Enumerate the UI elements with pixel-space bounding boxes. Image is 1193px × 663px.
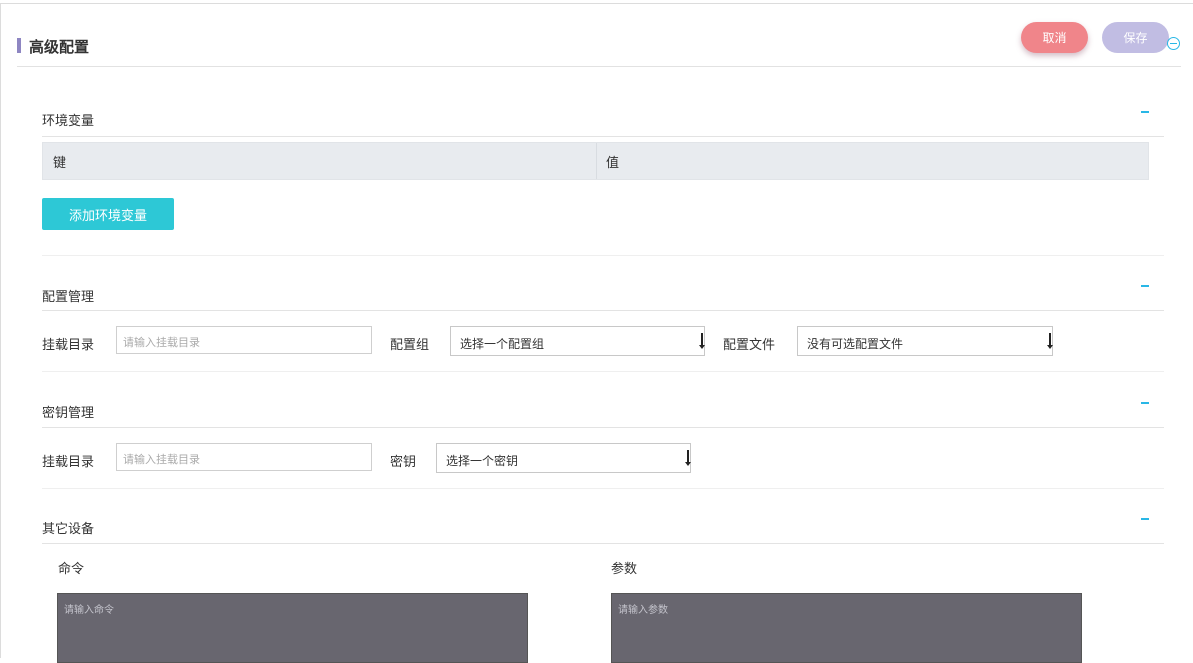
command-textarea[interactable]: 请输入命令 xyxy=(57,593,528,663)
secret-collapse-icon[interactable] xyxy=(1141,402,1149,404)
collapse-circle-icon[interactable] xyxy=(1167,37,1180,50)
config-group-label: 配置组 xyxy=(390,338,430,353)
dropdown-arrow-icon xyxy=(685,448,691,468)
secret-section-header: 密钥管理 xyxy=(42,393,1164,428)
dropdown-arrow-icon xyxy=(699,331,705,351)
env-column-value: 值 xyxy=(606,155,620,171)
command-label: 命令 xyxy=(58,562,85,577)
window-top-border xyxy=(0,3,1193,4)
page-header: 高级配置 取消 保存 xyxy=(17,22,1181,67)
save-button[interactable]: 保存 xyxy=(1102,22,1169,53)
page-title: 高级配置 xyxy=(29,38,90,56)
config-group-value: 选择一个配置组 xyxy=(460,337,545,351)
section-divider xyxy=(42,371,1164,372)
config-mount-input[interactable]: 请输入挂载目录 xyxy=(116,326,372,354)
other-section-header: 其它设备 xyxy=(42,509,1164,544)
env-column-divider xyxy=(596,143,597,179)
other-section-title: 其它设备 xyxy=(42,522,95,537)
config-section-title: 配置管理 xyxy=(42,290,95,305)
config-file-label: 配置文件 xyxy=(723,338,776,353)
secret-key-value: 选择一个密钥 xyxy=(446,454,519,468)
config-mount-label: 挂载目录 xyxy=(42,338,95,353)
env-collapse-icon[interactable] xyxy=(1141,111,1149,113)
secret-mount-label: 挂载目录 xyxy=(42,455,95,470)
secret-section-title: 密钥管理 xyxy=(42,406,95,421)
section-divider xyxy=(42,488,1164,489)
env-section-title: 环境变量 xyxy=(42,114,95,129)
env-column-key: 键 xyxy=(53,155,67,171)
config-section-header: 配置管理 xyxy=(42,276,1164,311)
secret-mount-input[interactable]: 请输入挂载目录 xyxy=(116,443,372,471)
section-divider xyxy=(42,255,1164,256)
dropdown-arrow-icon xyxy=(1047,331,1053,351)
config-collapse-icon[interactable] xyxy=(1141,285,1149,287)
other-collapse-icon[interactable] xyxy=(1141,518,1149,520)
args-label: 参数 xyxy=(611,562,638,577)
config-file-select[interactable]: 没有可选配置文件 xyxy=(797,326,1053,356)
window-left-border xyxy=(0,3,1,658)
config-file-value: 没有可选配置文件 xyxy=(807,337,904,351)
args-textarea[interactable]: 请输入参数 xyxy=(611,593,1082,663)
secret-key-label: 密钥 xyxy=(390,455,417,470)
secret-key-select[interactable]: 选择一个密钥 xyxy=(436,443,691,473)
config-group-select[interactable]: 选择一个配置组 xyxy=(450,326,705,356)
title-marker xyxy=(17,38,21,53)
add-env-button[interactable]: 添加环境变量 xyxy=(42,198,174,230)
env-section-header: 环境变量 xyxy=(42,100,1164,137)
env-table-header: 键 值 xyxy=(42,142,1149,180)
cancel-button[interactable]: 取消 xyxy=(1021,22,1088,53)
